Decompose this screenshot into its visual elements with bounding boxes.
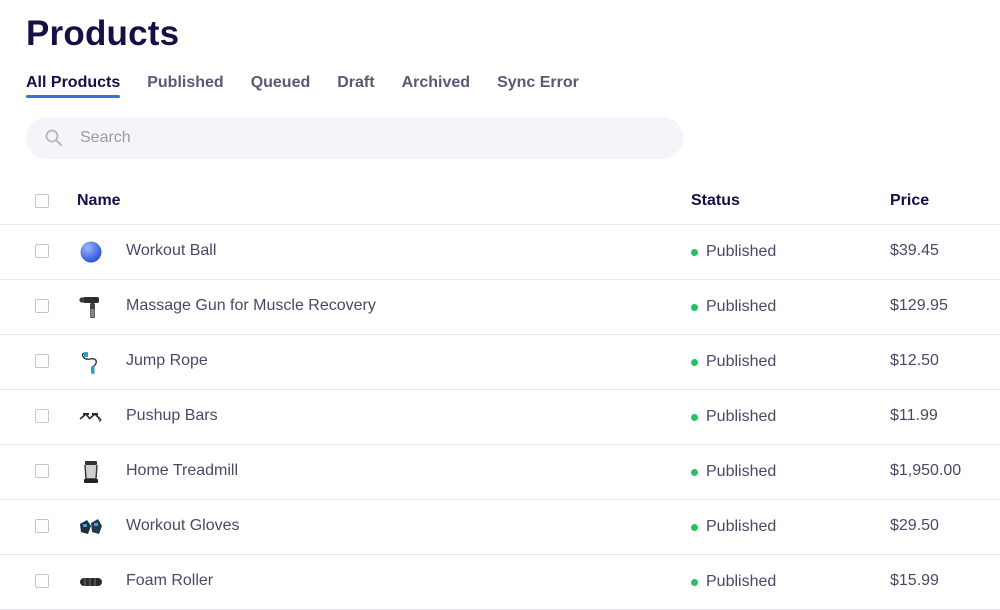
row-checkbox[interactable]: [35, 519, 49, 533]
page-title: Products: [26, 14, 180, 53]
row-checkbox[interactable]: [35, 409, 49, 423]
product-price: $12.50: [890, 352, 939, 369]
product-name[interactable]: Workout Gloves: [126, 517, 240, 535]
status-label: Published: [706, 298, 777, 315]
status-badge: Published: [691, 518, 776, 536]
status-dot: [691, 523, 698, 531]
gloves-thumbnail: [78, 514, 104, 540]
table-row[interactable]: Workout Ball Published $39.45: [0, 225, 1000, 280]
tab-draft[interactable]: Draft: [337, 70, 374, 98]
table-row[interactable]: Foam Roller Published $15.99: [0, 555, 1000, 610]
row-checkbox[interactable]: [35, 354, 49, 368]
status-dot: [691, 358, 698, 366]
table-header: Name Status Price: [0, 180, 1000, 225]
tab-archived[interactable]: Archived: [402, 70, 470, 98]
status-dot: [691, 248, 698, 256]
product-price: $29.50: [890, 517, 939, 534]
status-label: Published: [706, 573, 777, 590]
status-badge: Published: [691, 298, 776, 316]
jump-rope-thumbnail: [78, 349, 104, 375]
status-dot: [691, 468, 698, 476]
search-icon: [45, 129, 62, 146]
select-all-checkbox[interactable]: [35, 194, 49, 208]
table-row[interactable]: Workout Gloves Published $29.50: [0, 500, 1000, 555]
product-price: $11.99: [890, 407, 938, 424]
status-badge: Published: [691, 463, 776, 481]
table-row[interactable]: Home Treadmill Published $1,950.00: [0, 445, 1000, 500]
product-name[interactable]: Home Treadmill: [126, 462, 238, 480]
column-header-status[interactable]: Status: [691, 192, 740, 210]
product-name[interactable]: Pushup Bars: [126, 407, 218, 425]
row-checkbox[interactable]: [35, 464, 49, 478]
column-header-name[interactable]: Name: [77, 192, 121, 210]
product-name[interactable]: Foam Roller: [126, 572, 213, 590]
status-badge: Published: [691, 573, 776, 591]
product-name[interactable]: Jump Rope: [126, 352, 208, 370]
column-header-price[interactable]: Price: [890, 192, 929, 210]
table-row[interactable]: Massage Gun for Muscle Recovery Publishe…: [0, 280, 1000, 335]
row-checkbox[interactable]: [35, 299, 49, 313]
product-price: $15.99: [890, 572, 939, 589]
status-dot: [691, 578, 698, 586]
products-table: Name Status Price Workout Ball Published…: [0, 180, 1000, 610]
status-label: Published: [706, 353, 777, 370]
status-label: Published: [706, 463, 777, 480]
tab-all-products[interactable]: All Products: [26, 70, 121, 98]
treadmill-thumbnail: [78, 459, 104, 485]
tab-published[interactable]: Published: [147, 70, 223, 98]
status-label: Published: [706, 243, 777, 260]
foam-roller-thumbnail: [78, 569, 104, 595]
row-checkbox[interactable]: [35, 574, 49, 588]
product-price: $129.95: [890, 297, 948, 314]
status-badge: Published: [691, 353, 776, 371]
status-badge: Published: [691, 243, 776, 261]
status-badge: Published: [691, 408, 776, 426]
tabs: All Products Published Queued Draft Arch…: [26, 70, 606, 102]
row-checkbox[interactable]: [35, 244, 49, 258]
tab-queued[interactable]: Queued: [251, 70, 311, 98]
product-name[interactable]: Workout Ball: [126, 242, 216, 260]
search-bar[interactable]: [26, 117, 683, 159]
product-price: $39.45: [890, 242, 939, 259]
search-input[interactable]: [78, 128, 642, 148]
status-label: Published: [706, 518, 777, 535]
status-label: Published: [706, 408, 777, 425]
pushup-bars-thumbnail: [78, 404, 104, 430]
status-dot: [691, 413, 698, 421]
status-dot: [691, 303, 698, 311]
workout-ball-thumbnail: [78, 239, 104, 265]
product-name[interactable]: Massage Gun for Muscle Recovery: [126, 297, 376, 315]
table-row[interactable]: Pushup Bars Published $11.99: [0, 390, 1000, 445]
product-price: $1,950.00: [890, 462, 962, 479]
tab-sync-error[interactable]: Sync Error: [497, 70, 579, 98]
massage-gun-thumbnail: [78, 294, 104, 320]
table-row[interactable]: Jump Rope Published $12.50: [0, 335, 1000, 390]
